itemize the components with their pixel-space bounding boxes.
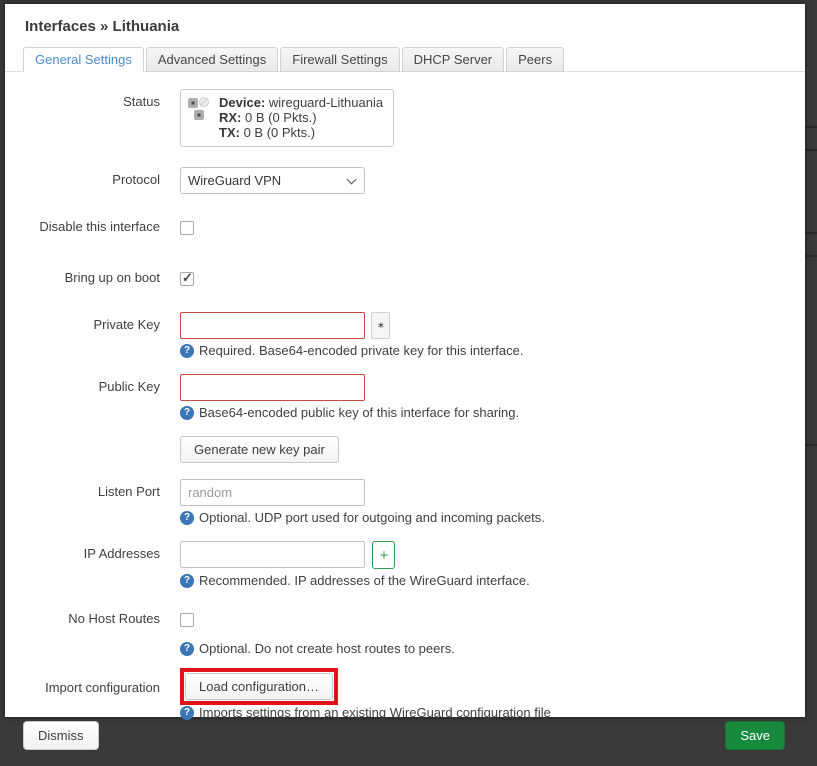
tunnel-interface-icon xyxy=(187,96,213,124)
help-icon: ? xyxy=(180,344,194,358)
no-host-routes-help-text: Optional. Do not create host routes to p… xyxy=(199,641,455,657)
listen-port-help-text: Optional. UDP port used for outgoing and… xyxy=(199,510,545,526)
public-key-help-text: Base64-encoded public key of this interf… xyxy=(199,405,519,421)
save-button[interactable]: Save xyxy=(725,721,785,750)
import-configuration-row: Import configuration Load configuration…… xyxy=(5,668,805,721)
status-rx-line: RX: 0 B (0 Pkts.) xyxy=(219,110,383,125)
status-box: Device: wireguard-Lithuania RX: 0 B (0 P… xyxy=(180,89,394,147)
reveal-password-button[interactable]: ∗ xyxy=(371,312,390,339)
dialog-footer: Dismiss Save xyxy=(5,721,805,766)
disable-interface-row: Disable this interface xyxy=(5,218,805,240)
public-key-label: Public Key xyxy=(5,374,180,395)
import-configuration-label: Import configuration xyxy=(5,668,180,696)
background-page-row-line xyxy=(805,126,817,128)
chevron-down-icon xyxy=(347,175,357,185)
background-page-row-line xyxy=(805,255,817,257)
protocol-row: Protocol WireGuard VPN xyxy=(5,167,805,194)
help-icon: ? xyxy=(180,406,194,420)
private-key-help-text: Required. Base64-encoded private key for… xyxy=(199,343,523,359)
tab-dhcp-server[interactable]: DHCP Server xyxy=(402,47,505,72)
bring-up-on-boot-row: Bring up on boot xyxy=(5,269,805,291)
background-page-row-line xyxy=(805,444,817,446)
ip-addresses-help: ? Recommended. IP addresses of the WireG… xyxy=(180,573,805,589)
status-device-line: Device: wireguard-Lithuania xyxy=(219,95,383,110)
status-label: Status xyxy=(5,89,180,110)
bring-up-on-boot-label: Bring up on boot xyxy=(5,269,180,286)
annotation-highlight-box: Load configuration… xyxy=(180,668,338,705)
tab-firewall-settings[interactable]: Firewall Settings xyxy=(280,47,399,72)
listen-port-help: ? Optional. UDP port used for outgoing a… xyxy=(180,510,805,526)
status-tx-line: TX: 0 B (0 Pkts.) xyxy=(219,125,383,140)
help-icon: ? xyxy=(180,511,194,525)
status-text: Device: wireguard-Lithuania RX: 0 B (0 P… xyxy=(219,95,383,140)
help-icon: ? xyxy=(180,642,194,656)
tab-general-settings[interactable]: General Settings xyxy=(23,47,144,72)
public-key-help: ? Base64-encoded public key of this inte… xyxy=(180,405,805,421)
ip-addresses-input[interactable] xyxy=(180,541,365,568)
public-key-input[interactable] xyxy=(180,374,365,401)
ip-addresses-help-text: Recommended. IP addresses of the WireGua… xyxy=(199,573,530,589)
load-configuration-button[interactable]: Load configuration… xyxy=(185,673,333,700)
import-configuration-help-text: Imports settings from an existing WireGu… xyxy=(199,705,551,721)
add-ip-button[interactable]: + xyxy=(372,541,395,569)
page-title: Interfaces » Lithuania xyxy=(5,4,805,35)
protocol-label: Protocol xyxy=(5,167,180,188)
no-host-routes-label: No Host Routes xyxy=(5,610,180,627)
tab-bar: General SettingsAdvanced SettingsFirewal… xyxy=(5,47,805,72)
tab-peers[interactable]: Peers xyxy=(506,47,564,72)
listen-port-label: Listen Port xyxy=(5,479,180,500)
generate-key-row: Generate new key pair xyxy=(5,436,805,463)
protocol-selected-value: WireGuard VPN xyxy=(188,173,281,188)
private-key-help: ? Required. Base64-encoded private key f… xyxy=(180,343,805,359)
private-key-label: Private Key xyxy=(5,312,180,333)
generate-key-pair-button[interactable]: Generate new key pair xyxy=(180,436,339,463)
no-host-routes-row: No Host Routes ? Optional. Do not create… xyxy=(5,610,805,657)
help-icon: ? xyxy=(180,574,194,588)
status-row: Status Device: wireguard-Lithuania RX: 0… xyxy=(5,89,805,147)
tab-advanced-settings[interactable]: Advanced Settings xyxy=(146,47,278,72)
listen-port-input[interactable] xyxy=(180,479,365,506)
protocol-select[interactable]: WireGuard VPN xyxy=(180,167,365,194)
listen-port-row: Listen Port ? Optional. UDP port used fo… xyxy=(5,479,805,526)
ip-addresses-row: IP Addresses + ? Recommended. IP address… xyxy=(5,541,805,589)
general-settings-form: Status Device: wireguard-Lithuania RX: 0… xyxy=(5,72,805,721)
public-key-row: Public Key ? Base64-encoded public key o… xyxy=(5,374,805,421)
bring-up-on-boot-checkbox[interactable] xyxy=(180,272,194,286)
interface-edit-dialog: Interfaces » Lithuania General SettingsA… xyxy=(5,4,805,717)
private-key-input[interactable] xyxy=(180,312,365,339)
private-key-row: Private Key ∗ ? Required. Base64-encoded… xyxy=(5,312,805,359)
ip-addresses-label: IP Addresses xyxy=(5,541,180,562)
background-page-row-line xyxy=(805,232,817,234)
no-host-routes-checkbox[interactable] xyxy=(180,613,194,627)
background-page-row-line xyxy=(805,149,817,151)
disable-interface-label: Disable this interface xyxy=(5,218,180,235)
help-icon: ? xyxy=(180,706,194,720)
import-configuration-help: ? Imports settings from an existing Wire… xyxy=(180,705,805,721)
no-host-routes-help: ? Optional. Do not create host routes to… xyxy=(180,641,805,657)
dismiss-button[interactable]: Dismiss xyxy=(23,721,99,750)
disable-interface-checkbox[interactable] xyxy=(180,221,194,235)
